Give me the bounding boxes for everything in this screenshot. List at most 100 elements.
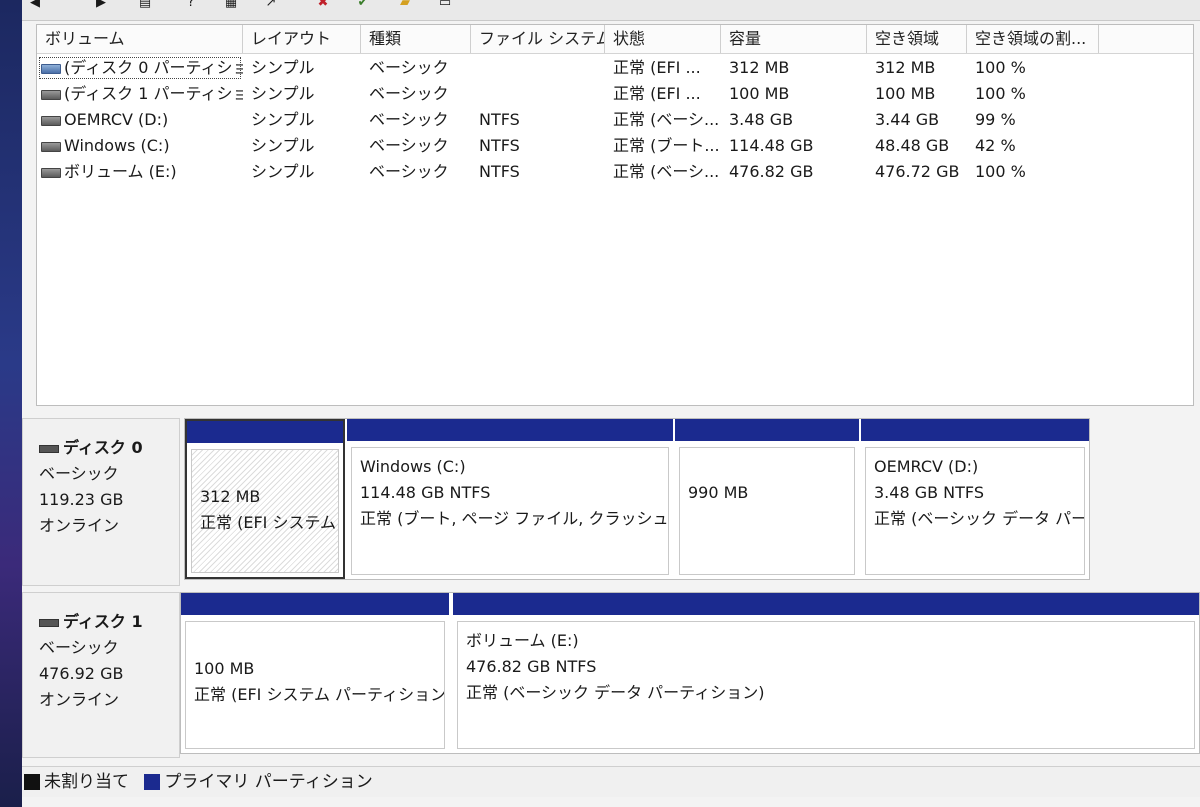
free-cell: 476.72 GB <box>875 162 960 181</box>
fs-cell <box>471 55 605 81</box>
legend: 未割り当て プライマリ パーティション <box>22 766 1200 797</box>
volume-name: (ディスク 1 パーティショ... <box>64 84 243 103</box>
type-cell: ベーシック <box>369 136 449 155</box>
back-icon[interactable]: ◀ <box>24 0 46 10</box>
layout-cell: シンプル <box>251 84 315 103</box>
partition-size: 114.48 GB NTFS <box>360 483 491 502</box>
connect-icon[interactable]: ↗ <box>260 0 282 10</box>
partition-bar <box>187 421 343 443</box>
legend-unallocated: 未割り当て <box>44 772 129 792</box>
table-row[interactable]: ボリューム (E:) シンプル ベーシック NTFS 正常 (ベーシ... 47… <box>37 159 1193 185</box>
disk-1-info[interactable]: ディスク 1 ベーシック 476.92 GB オンライン <box>22 592 180 758</box>
free-cell: 48.48 GB <box>875 136 950 155</box>
folder-icon[interactable]: ▰ <box>394 0 416 10</box>
disk-name: ディスク 0 <box>63 438 143 457</box>
check-icon[interactable]: ✔ <box>352 0 374 10</box>
disk-state: オンライン <box>39 516 120 535</box>
col-header-layout[interactable]: レイアウト <box>243 25 361 53</box>
volume-name: ボリューム (E:) <box>64 162 177 181</box>
forward-icon[interactable]: ▶ <box>90 0 112 10</box>
col-header-capacity[interactable]: 容量 <box>721 25 867 53</box>
free-pct-cell: 99 % <box>975 110 1016 129</box>
partition-size: 100 MB <box>194 659 255 678</box>
type-cell: ベーシック <box>369 84 449 103</box>
disk-0-partitions: 312 MB 正常 (EFI システム Windows (C:) 114.48 … <box>184 418 1090 580</box>
col-header-free-pct[interactable]: 空き領域の割... <box>967 25 1099 53</box>
partition-volume-e[interactable]: ボリューム (E:) 476.82 GB NTFS 正常 (ベーシック データ … <box>453 593 1199 753</box>
capacity-cell: 476.82 GB <box>729 162 814 181</box>
capacity-cell: 114.48 GB <box>729 136 814 155</box>
col-header-type[interactable]: 種類 <box>361 25 471 53</box>
unallocated-swatch <box>24 774 40 790</box>
disk-0-info[interactable]: ディスク 0 ベーシック 119.23 GB オンライン <box>22 418 180 586</box>
col-header-volume[interactable]: ボリューム <box>37 25 243 53</box>
volume-icon <box>41 115 61 126</box>
type-cell: ベーシック <box>369 110 449 129</box>
partition-size: 476.82 GB NTFS <box>466 657 597 676</box>
volume-list-header: ボリューム レイアウト 種類 ファイル システム 状態 容量 空き領域 空き領域… <box>37 25 1193 54</box>
free-pct-cell: 100 % <box>975 58 1026 77</box>
partition-status: 正常 (EFI システム <box>200 513 336 532</box>
partition-bar <box>453 593 1199 615</box>
fs-cell: NTFS <box>479 136 520 155</box>
volume-name: OEMRCV (D:) <box>64 110 169 129</box>
layout-cell: シンプル <box>251 110 315 129</box>
fs-cell: NTFS <box>479 162 520 181</box>
layout-cell: シンプル <box>251 162 315 181</box>
partition-status: 正常 (ベーシック データ パーティション) <box>466 683 765 702</box>
status-cell: 正常 (ブート... <box>613 136 720 155</box>
partition-efi-disk0[interactable]: 312 MB 正常 (EFI システム <box>185 419 345 579</box>
status-cell: 正常 (EFI ... <box>613 58 701 77</box>
disk-1-row: ディスク 1 ベーシック 476.92 GB オンライン 100 MB 正常 (… <box>22 592 1200 758</box>
partition-status: 正常 (ベーシック データ パーテ <box>874 509 1085 528</box>
delete-icon[interactable]: ✖ <box>312 0 334 10</box>
partition-size: 312 MB <box>200 487 261 506</box>
col-header-filesystem[interactable]: ファイル システム <box>471 25 605 53</box>
partition-oemrcv-d[interactable]: OEMRCV (D:) 3.48 GB NTFS 正常 (ベーシック データ パ… <box>861 419 1089 579</box>
capacity-cell: 312 MB <box>729 58 790 77</box>
table-row[interactable]: OEMRCV (D:) シンプル ベーシック NTFS 正常 (ベーシ... 3… <box>37 107 1193 133</box>
free-pct-cell: 100 % <box>975 84 1026 103</box>
free-cell: 100 MB <box>875 84 936 103</box>
partition-title: Windows (C:) <box>360 457 466 476</box>
layout-cell: シンプル <box>251 58 315 77</box>
partition-efi-disk1[interactable]: 100 MB 正常 (EFI システム パーティション) <box>181 593 449 753</box>
partition-status: 正常 (EFI システム パーティション) <box>194 685 445 704</box>
volume-list[interactable]: ボリューム レイアウト 種類 ファイル システム 状態 容量 空き領域 空き領域… <box>36 24 1194 406</box>
type-cell: ベーシック <box>369 162 449 181</box>
partition-recovery-990mb[interactable]: 990 MB <box>675 419 859 579</box>
disk-type: ベーシック <box>39 464 119 483</box>
disk-icon <box>39 618 59 627</box>
disk-size: 119.23 GB <box>39 490 124 509</box>
status-cell: 正常 (ベーシ... <box>613 162 720 181</box>
col-header-free[interactable]: 空き領域 <box>867 25 967 53</box>
layout-cell: シンプル <box>251 136 315 155</box>
volume-icon <box>41 167 61 178</box>
free-pct-cell: 100 % <box>975 162 1026 181</box>
disk-icon <box>39 444 59 453</box>
partition-bar <box>675 419 859 441</box>
table-row[interactable]: Windows (C:) シンプル ベーシック NTFS 正常 (ブート... … <box>37 133 1193 159</box>
partition-windows-c[interactable]: Windows (C:) 114.48 GB NTFS 正常 (ブート, ページ… <box>347 419 673 579</box>
disk-1-partitions: 100 MB 正常 (EFI システム パーティション) ボリューム (E:) … <box>180 592 1200 754</box>
help-icon[interactable]: ? <box>180 0 202 10</box>
legend-primary: プライマリ パーティション <box>164 772 373 792</box>
table-row[interactable]: (ディスク 1 パーティショ... シンプル ベーシック 正常 (EFI ...… <box>37 81 1193 107</box>
blank-icon[interactable]: ▭ <box>434 0 456 10</box>
fs-cell: NTFS <box>479 110 520 129</box>
col-header-status[interactable]: 状態 <box>605 25 721 53</box>
properties-icon[interactable]: ▦ <box>220 0 242 10</box>
primary-swatch <box>144 774 161 790</box>
volume-icon <box>41 141 61 152</box>
capacity-cell: 100 MB <box>729 84 790 103</box>
partition-bar <box>347 419 673 441</box>
volume-icon <box>41 63 61 74</box>
disk-type: ベーシック <box>39 638 119 657</box>
partition-size: 3.48 GB NTFS <box>874 483 984 502</box>
toolbar: ◀ ▶ ▤ ? ▦ ↗ ✖ ✔ ▰ ▭ <box>22 0 1200 21</box>
list-view-icon[interactable]: ▤ <box>134 0 156 10</box>
table-row[interactable]: (ディスク 0 パーティショ... シンプル ベーシック 正常 (EFI ...… <box>37 55 1193 81</box>
disk-0-row: ディスク 0 ベーシック 119.23 GB オンライン 312 MB 正常 (… <box>22 418 1200 586</box>
disk-name: ディスク 1 <box>63 612 143 631</box>
partition-title: OEMRCV (D:) <box>874 457 979 476</box>
